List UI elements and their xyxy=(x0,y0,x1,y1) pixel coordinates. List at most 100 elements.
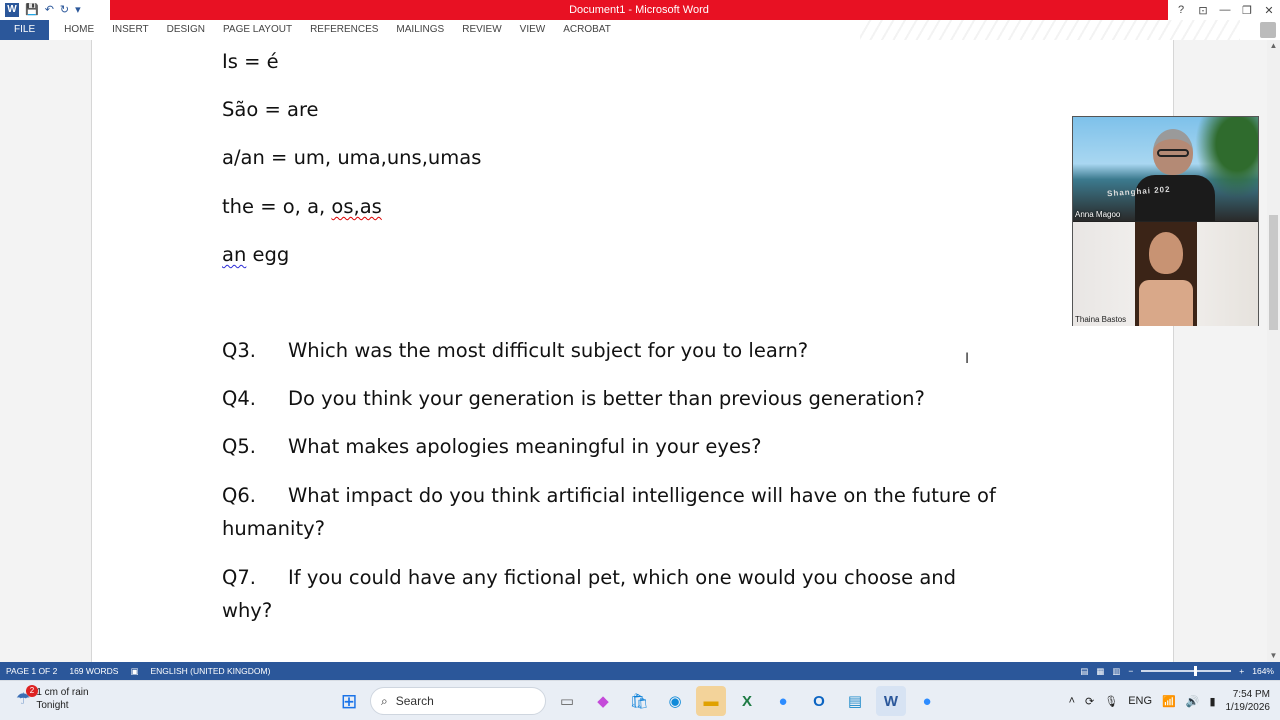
zoom-slider-knob[interactable] xyxy=(1194,666,1198,676)
question-label: Q6. xyxy=(222,484,256,507)
copilot-icon[interactable]: ◆ xyxy=(588,686,618,716)
taskbar-apps: ⊞ ⌕ Search ▭ ◆ 🛍 ◉ ▬ X ● O ▤ W ● xyxy=(334,685,942,717)
zoom-app-icon[interactable]: ● xyxy=(768,686,798,716)
print-layout-icon[interactable]: ▦ xyxy=(1096,666,1104,677)
clock-time: 7:54 PM xyxy=(1232,689,1270,700)
file-explorer-icon[interactable]: ▬ xyxy=(696,686,726,716)
tab-file[interactable]: FILE xyxy=(0,20,50,40)
question-line: Q3. Which was the most difficult subject … xyxy=(222,339,808,362)
grammar-error-mark[interactable]: an xyxy=(222,243,246,266)
taskbar-search[interactable]: ⌕ Search xyxy=(370,687,546,715)
battery-icon[interactable]: ▮ xyxy=(1209,695,1215,708)
video-tile[interactable]: Thaina Bastos xyxy=(1073,222,1258,326)
tab-acrobat[interactable]: ACROBAT xyxy=(554,20,620,40)
weather-time: Tonight xyxy=(36,700,69,711)
search-placeholder: Search xyxy=(395,694,434,708)
volume-icon[interactable]: 🔊 xyxy=(1186,695,1200,708)
text-cursor-icon: I xyxy=(965,351,970,367)
help-icon[interactable]: ? xyxy=(1170,4,1192,16)
weather-summary: 1 cm of rain xyxy=(36,687,89,698)
account-avatar[interactable] xyxy=(1260,22,1276,38)
video-tile[interactable]: Shanghai 202 Anna Magoo xyxy=(1073,117,1258,221)
scrollbar-thumb[interactable] xyxy=(1269,215,1278,330)
video-call-panel[interactable]: Shanghai 202 Anna Magoo Thaina Bastos xyxy=(1072,116,1259,326)
vocab-text: the = o, a, xyxy=(222,195,332,218)
zoom-out-icon[interactable]: − xyxy=(1128,666,1133,676)
tab-view[interactable]: VIEW xyxy=(511,20,555,40)
windows-start-icon[interactable]: ⊞ xyxy=(334,686,364,716)
minimize-button[interactable]: — xyxy=(1214,4,1236,16)
wifi-icon[interactable]: 📶 xyxy=(1162,695,1176,708)
word-taskbar-icon[interactable]: W xyxy=(876,686,906,716)
close-button[interactable]: ✕ xyxy=(1258,4,1280,17)
question-text: If you could have any fictional pet, whi… xyxy=(288,566,957,589)
spelling-error-mark[interactable]: os,as xyxy=(331,195,381,218)
word-app-icon[interactable]: W xyxy=(5,3,19,17)
ribbon-background-pattern xyxy=(860,20,1240,40)
participant-body xyxy=(1139,280,1193,326)
system-clock[interactable]: 7:54 PM 1/19/2026 xyxy=(1226,688,1271,714)
document-page[interactable]: Is = é São = are a/an = um, uma,uns,umas… xyxy=(91,40,1174,662)
question-line: Q7. If you could have any fictional pet, … xyxy=(222,566,956,589)
zoom-meeting-icon[interactable]: ● xyxy=(912,686,942,716)
question-text: What makes apologies meaningful in your … xyxy=(288,435,762,458)
page-count[interactable]: PAGE 1 OF 2 xyxy=(0,666,63,676)
status-bar: PAGE 1 OF 2 169 WORDS ▣ ENGLISH (UNITED … xyxy=(0,662,1280,680)
notepad-icon[interactable]: ▤ xyxy=(840,686,870,716)
save-icon[interactable]: 💾 xyxy=(25,0,39,20)
store-icon[interactable]: 🛍 xyxy=(624,686,654,716)
question-line: Q4. Do you think your generation is bette… xyxy=(222,387,925,410)
scroll-down-icon[interactable]: ▼ xyxy=(1267,650,1280,662)
language-indicator[interactable]: ENGLISH (UNITED KINGDOM) xyxy=(145,666,277,676)
edge-browser-icon[interactable]: ◉ xyxy=(660,686,690,716)
tab-review[interactable]: REVIEW xyxy=(453,20,510,40)
tab-mailings[interactable]: MAILINGS xyxy=(387,20,453,40)
sync-icon[interactable]: ⟳ xyxy=(1085,695,1094,708)
tab-insert[interactable]: INSERT xyxy=(103,20,158,40)
participant-video xyxy=(1135,125,1215,221)
system-tray: ˄ ⟳ 🎙 ENG 📶 🔊 ▮ 7:54 PM 1/19/2026 xyxy=(1069,685,1270,717)
tab-home[interactable]: HOME xyxy=(55,20,103,40)
participant-name: Anna Magoo xyxy=(1075,210,1121,219)
vocab-line: São = are xyxy=(222,98,319,121)
excel-icon[interactable]: X xyxy=(732,686,762,716)
search-icon: ⌕ xyxy=(381,693,388,708)
outlook-icon[interactable]: O xyxy=(804,686,834,716)
status-right: ▤ ▦ ▥ − + 164% xyxy=(1080,662,1274,680)
weather-widget[interactable]: ☂ 2 1 cm of rain Tonight xyxy=(16,685,89,712)
rain-umbrella-icon: ☂ 2 xyxy=(16,685,38,709)
input-language[interactable]: ENG xyxy=(1128,695,1152,707)
vertical-scrollbar[interactable]: ▲ ▼ xyxy=(1267,40,1280,662)
question-label: Q3. xyxy=(222,339,256,362)
question-label: Q7. xyxy=(222,566,256,589)
read-mode-icon[interactable]: ▤ xyxy=(1080,666,1088,677)
question-text: Do you think your generation is better t… xyxy=(288,387,925,410)
vocab-text: egg xyxy=(246,243,290,266)
participant-body xyxy=(1135,175,1215,221)
ribbon-display-icon[interactable]: ⊡ xyxy=(1192,4,1214,17)
customize-qat-icon[interactable]: ▾ xyxy=(75,0,81,20)
question-line: Q5. What makes apologies meaningful in yo… xyxy=(222,435,761,458)
vocab-line: an egg xyxy=(222,243,289,266)
tab-page-layout[interactable]: PAGE LAYOUT xyxy=(214,20,301,40)
window-title: Document1 - Microsoft Word xyxy=(110,0,1168,20)
tray-chevron-icon[interactable]: ˄ xyxy=(1069,695,1075,707)
redo-icon[interactable]: ↻ xyxy=(60,0,69,20)
zoom-level[interactable]: 164% xyxy=(1252,666,1274,676)
tab-design[interactable]: DESIGN xyxy=(158,20,214,40)
scroll-up-icon[interactable]: ▲ xyxy=(1267,40,1280,52)
web-layout-icon[interactable]: ▥ xyxy=(1112,666,1120,677)
zoom-in-icon[interactable]: + xyxy=(1239,666,1244,676)
vocab-line: Is = é xyxy=(222,50,279,73)
microphone-icon[interactable]: 🎙 xyxy=(1104,695,1118,708)
zoom-slider[interactable] xyxy=(1141,666,1232,676)
tab-references[interactable]: REFERENCES xyxy=(301,20,387,40)
task-view-icon[interactable]: ▭ xyxy=(552,686,582,716)
participant-video xyxy=(1135,222,1197,326)
proofing-icon[interactable]: ▣ xyxy=(124,666,144,677)
restore-button[interactable]: ❐ xyxy=(1236,4,1258,17)
vocab-line: a/an = um, uma,uns,umas xyxy=(222,146,482,169)
undo-icon[interactable]: ↶ xyxy=(45,0,54,20)
glasses-shape xyxy=(1157,149,1189,157)
word-count[interactable]: 169 WORDS xyxy=(63,666,124,676)
